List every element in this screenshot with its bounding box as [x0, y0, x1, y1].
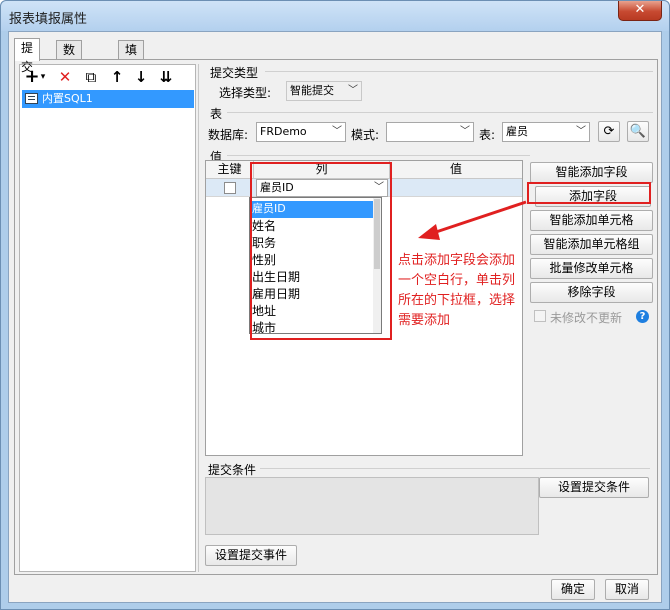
ok-button[interactable]: 确定 [551, 579, 595, 600]
submit-type-value: 智能提交 [290, 84, 334, 97]
schema-label: 模式: [351, 128, 380, 142]
database-label: 数据库: [208, 128, 249, 142]
annotation-arrow-icon [418, 200, 527, 240]
table-select[interactable]: 雇员 ﹀ [502, 122, 590, 142]
help-icon[interactable]: ? [636, 310, 649, 323]
refresh-icon: ⟳ [603, 124, 615, 139]
window-title: 报表填报属性 [9, 12, 88, 27]
tab-shortcut-settings[interactable]: 填报快捷键设置 [118, 40, 145, 171]
batch-modify-cell-button[interactable]: 批量修改单元格 [530, 258, 653, 279]
move-down-icon[interactable]: ↓ [132, 67, 150, 87]
database-value: FRDemo [260, 125, 307, 138]
cancel-button[interactable]: 取消 [605, 579, 649, 600]
schema-select[interactable]: ﹀ [386, 122, 474, 142]
close-button[interactable]: ✕ [618, 1, 662, 21]
list-toolbar: + ▾ ✕ ⧉ ↑ ↓ ⇊ [20, 65, 195, 89]
primary-key-checkbox[interactable] [224, 182, 236, 194]
highlight-box-add-field [527, 182, 651, 204]
highlight-box-dropdown [250, 162, 392, 340]
divider [260, 468, 650, 469]
divider [227, 155, 530, 156]
chevron-down-icon: ﹀ [329, 123, 345, 141]
submit-type-select[interactable]: 智能提交 ﹀ [286, 81, 362, 101]
submit-type-group-label: 提交类型 [210, 66, 259, 80]
divider [227, 112, 653, 113]
tree-item-label: 内置SQL1 [42, 92, 93, 105]
delete-icon[interactable]: ✕ [56, 67, 74, 87]
submit-type-label: 选择类型: [219, 86, 272, 100]
no-update-unchanged-checkbox[interactable] [534, 310, 546, 322]
tab-submit[interactable]: 提交 [14, 38, 41, 74]
tree-item-sql1[interactable]: 内置SQL1 [22, 90, 194, 108]
set-event-button[interactable]: 设置提交事件 [205, 545, 297, 566]
move-up-icon[interactable]: ↑ [108, 67, 126, 87]
remove-field-button[interactable]: 移除字段 [530, 282, 653, 303]
smart-add-cell-group-button[interactable]: 智能添加单元格组 [530, 234, 653, 255]
condition-area[interactable] [205, 477, 539, 535]
condition-group-label: 提交条件 [208, 463, 257, 477]
table-value: 雇员 [506, 125, 528, 138]
smart-add-cell-button[interactable]: 智能添加单元格 [530, 210, 653, 231]
submit-list-pane: + ▾ ✕ ⧉ ↑ ↓ ⇊ 内置SQL1 [19, 64, 196, 572]
preview-icon: 🔍 [629, 124, 647, 139]
move-bottom-icon[interactable]: ⇊ [156, 67, 176, 87]
table-group-label: 表 [210, 107, 223, 121]
chevron-down-icon: ﹀ [345, 82, 361, 100]
no-update-unchanged-label: 未修改不更新 [550, 311, 623, 325]
copy-icon[interactable]: ⧉ [82, 67, 100, 87]
table-label: 表: [479, 128, 496, 142]
add-dropdown-icon[interactable]: ▾ [39, 67, 47, 87]
smart-add-field-button[interactable]: 智能添加字段 [530, 162, 653, 183]
chevron-down-icon: ﹀ [573, 123, 589, 141]
pane-splitter[interactable] [198, 64, 199, 572]
chevron-down-icon: ﹀ [457, 123, 473, 141]
title-bar[interactable]: 报表填报属性 ✕ [1, 1, 669, 31]
table-icon [25, 93, 38, 104]
column-header-value: 值 [390, 161, 522, 179]
database-select[interactable]: FRDemo ﹀ [256, 122, 346, 142]
tab-data-validation[interactable]: 数据校验 [56, 40, 83, 114]
divider [265, 71, 653, 72]
column-header-primary-key: 主键 [206, 161, 254, 179]
set-condition-button[interactable]: 设置提交条件 [539, 477, 649, 498]
annotation-note: 点击添加字段会添加一个空白行，单击列所在的下拉框，选择需要添加 [398, 253, 516, 328]
preview-button[interactable]: 🔍 [627, 121, 649, 142]
refresh-button[interactable]: ⟳ [598, 121, 620, 142]
